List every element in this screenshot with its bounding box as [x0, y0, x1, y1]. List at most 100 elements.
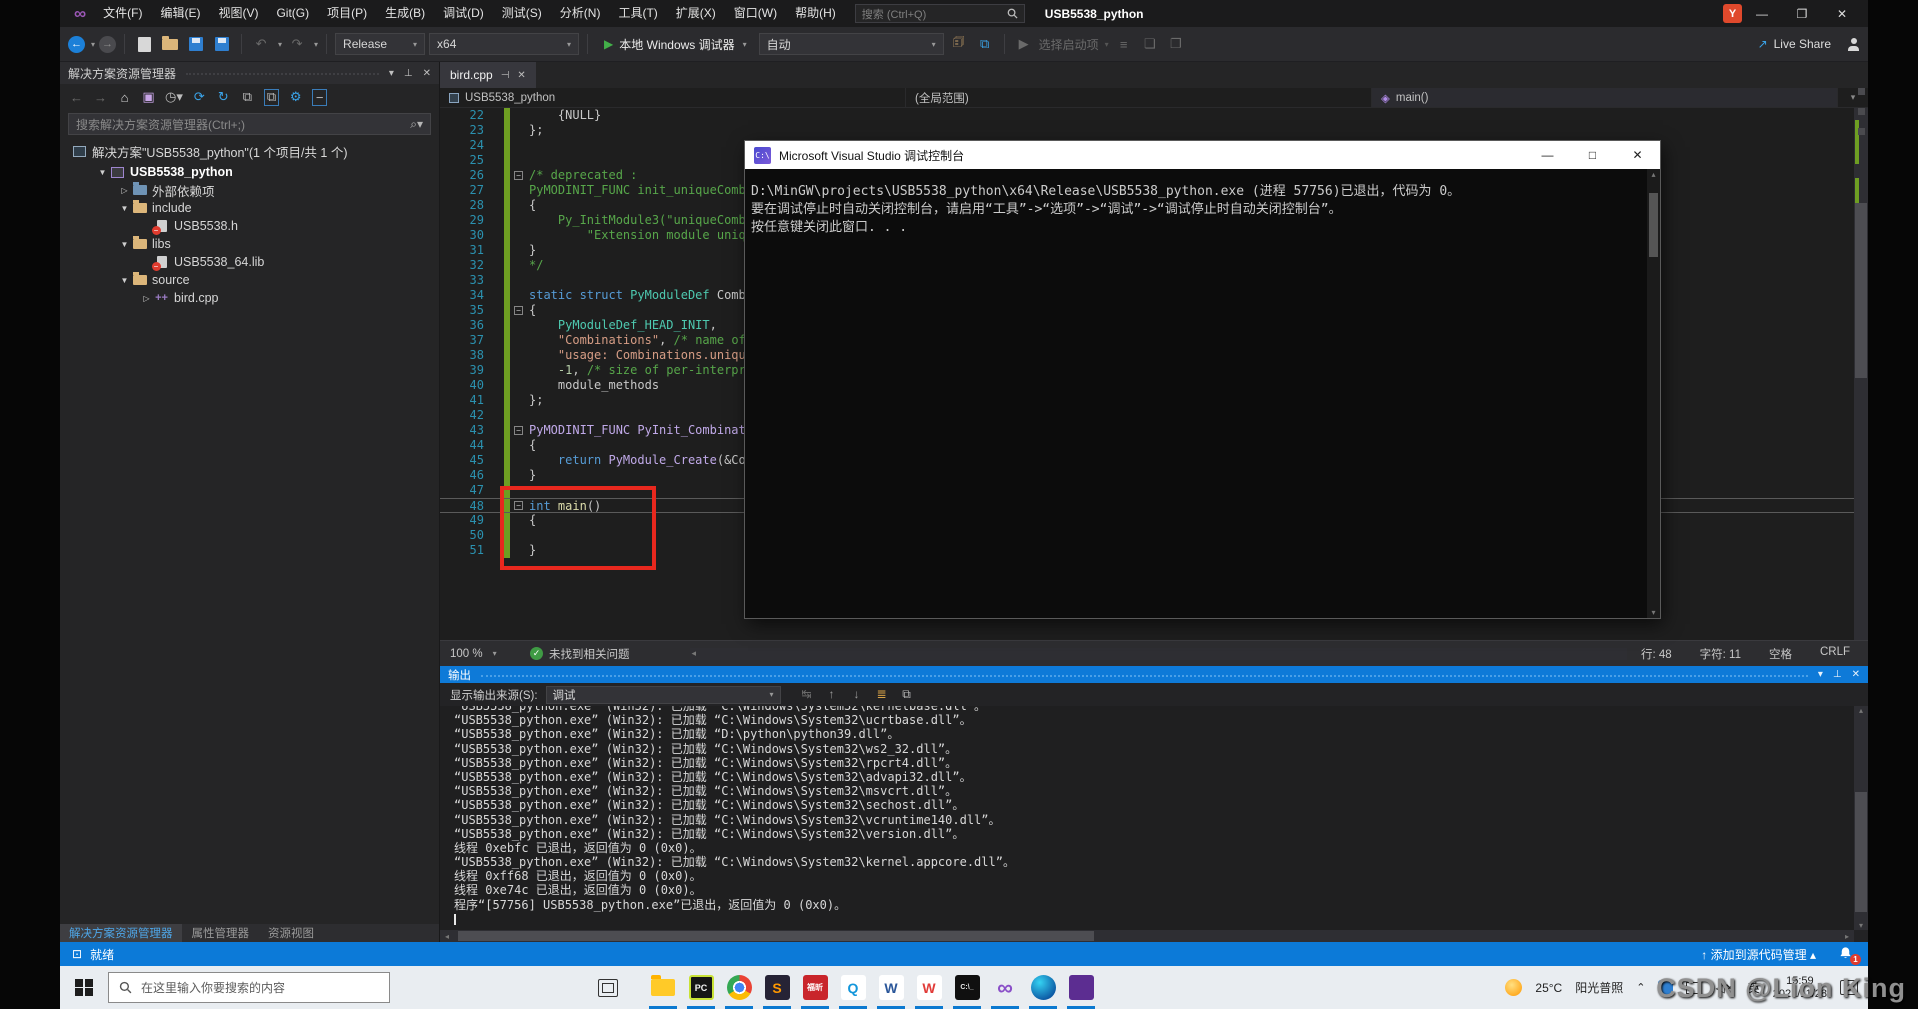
taskbar-app-visual-studio[interactable]: ∞ [986, 966, 1024, 1009]
collapse-all-icon[interactable]: − [312, 89, 327, 106]
weather-sun-icon[interactable] [1505, 979, 1522, 996]
toggle-output-window-icon[interactable]: ⧉ [899, 687, 915, 702]
chevron-collapsed-icon[interactable]: ▷ [118, 186, 131, 195]
account-avatar[interactable]: Y [1723, 4, 1742, 23]
output-source-select[interactable]: 调试▾ [546, 686, 781, 704]
char-indicator[interactable]: 字符: 11 [1700, 646, 1741, 662]
navigate-back-button[interactable]: ← [68, 36, 85, 53]
redo-icon[interactable]: ↷ [286, 33, 308, 55]
document-tab-bird-cpp[interactable]: bird.cpp ⊣ ✕ [440, 62, 536, 88]
menu-item[interactable]: 调试(D) [434, 0, 493, 27]
tree-item-usb5538_64.lib[interactable]: USB5538_64.lib [60, 253, 439, 271]
add-to-source-control-button[interactable]: ↑ 添加到源代码管理 ▴ [1701, 946, 1816, 963]
attach-mode-select[interactable]: 自动▾ [759, 33, 944, 55]
configuration-select[interactable]: Release▾ [335, 33, 425, 55]
output-panel-header[interactable]: 输出 ▾ ⊥ ✕ [440, 666, 1868, 683]
clear-all-icon[interactable]: ≣ [874, 687, 890, 702]
chevron-collapsed-icon[interactable]: ▷ [140, 294, 153, 303]
chevron-expanded-icon[interactable]: ▼ [96, 168, 109, 177]
window-position-icon[interactable]: ▾ [1818, 669, 1823, 680]
menu-item[interactable]: 生成(B) [376, 0, 434, 27]
scrollbar-thumb[interactable] [1649, 193, 1658, 257]
forward-icon[interactable]: → [93, 89, 108, 106]
zoom-select[interactable]: 100 %▾ [440, 648, 516, 660]
close-icon[interactable]: ✕ [517, 70, 525, 81]
back-icon[interactable]: ← [69, 89, 84, 106]
close-button[interactable]: ✕ [1822, 0, 1862, 27]
pin-icon[interactable]: ⊥ [1833, 669, 1842, 680]
menu-item[interactable]: 帮助(H) [786, 0, 845, 27]
line-indicator[interactable]: 行: 48 [1641, 646, 1672, 662]
menu-item[interactable]: 测试(S) [493, 0, 551, 27]
bottom-tab-1[interactable]: 属性管理器 [183, 924, 259, 942]
redo-dropdown[interactable]: ▾ [314, 40, 318, 49]
tree-item-include[interactable]: ▼include [60, 199, 439, 217]
space-indicator[interactable]: 空格 [1769, 646, 1792, 662]
navigate-back-dropdown[interactable]: ▾ [91, 40, 95, 49]
taskbar-app-chrome[interactable] [720, 966, 758, 1009]
pin-icon[interactable]: ⊣ [501, 70, 510, 81]
preview-selected-items-icon[interactable]: ⧉ [240, 89, 255, 106]
notifications-bell-icon[interactable]: 1 [1838, 946, 1856, 962]
close-button[interactable]: ✕ [1615, 141, 1660, 169]
taskbar-app-command-prompt[interactable]: C:\_ [948, 966, 986, 1009]
console-scrollbar[interactable]: ▴▾ [1647, 169, 1660, 618]
refresh-icon[interactable]: ⟳ [192, 89, 207, 106]
solution-root-row[interactable]: 解决方案"USB5538_python"(1 个项目/共 1 个) [60, 138, 439, 163]
close-icon[interactable]: ✕ [1852, 669, 1860, 680]
chevron-expanded-icon[interactable]: ▼ [118, 240, 131, 249]
menu-item[interactable]: 编辑(E) [151, 0, 209, 27]
tree-item--[interactable]: ▷外部依赖项 [60, 181, 439, 199]
navigate-forward-button[interactable]: → [99, 36, 116, 53]
scrollbar-thumb[interactable] [1855, 792, 1867, 912]
output-log[interactable]: “USB5538_python.exe” (Win32): 已加载 “C:\Wi… [440, 706, 1854, 930]
tree-item-usb5538_python[interactable]: ▼USB5538_python [60, 163, 439, 181]
solution-explorer-sync-icon[interactable]: 🗊 [948, 33, 970, 55]
menu-item[interactable]: 文件(F) [94, 0, 151, 27]
scrollbar-thumb[interactable] [1855, 203, 1867, 378]
menu-item[interactable]: 视图(V) [209, 0, 267, 27]
output-horizontal-scrollbar[interactable]: ◂▸ [440, 930, 1854, 942]
taskbar-search-box[interactable]: 在这里输入你要搜索的内容 [108, 972, 390, 1003]
taskbar-app-file-explorer[interactable] [644, 966, 682, 1009]
task-view-button[interactable] [598, 979, 618, 997]
tree-item-source[interactable]: ▼source [60, 271, 439, 289]
properties-wrench-icon[interactable]: ⚙ [288, 89, 303, 106]
chevron-expanded-icon[interactable]: ▼ [118, 276, 131, 285]
taskbar-app-sublime-text[interactable]: S [758, 966, 796, 1009]
save-all-icon[interactable] [211, 33, 233, 55]
close-icon[interactable]: ✕ [423, 68, 431, 79]
menu-item[interactable]: 项目(P) [318, 0, 376, 27]
bottom-tab-2[interactable]: 资源视图 [259, 924, 323, 942]
undo-icon[interactable]: ↶ [250, 33, 272, 55]
sync-with-active-document-icon[interactable]: ↻ [216, 89, 231, 106]
live-share-label[interactable]: Live Share [1774, 37, 1831, 51]
chevron-expanded-icon[interactable]: ▼ [118, 204, 131, 213]
start-button[interactable] [60, 966, 108, 1009]
fold-marker[interactable]: − [510, 423, 527, 438]
menu-item[interactable]: Git(G) [267, 0, 318, 27]
restore-button[interactable]: ❐ [1782, 0, 1822, 27]
taskbar-app-edge[interactable] [1024, 966, 1062, 1009]
history-icon[interactable]: ◷▾ [165, 89, 183, 106]
home-icon[interactable]: ⌂ [117, 89, 132, 106]
startup-item-label[interactable]: 选择启动项 [1039, 36, 1099, 53]
taskbar-app-wps-office[interactable]: W [910, 966, 948, 1009]
maximize-button[interactable]: □ [1570, 141, 1615, 169]
tree-item-libs[interactable]: ▼libs [60, 235, 439, 253]
weather-label[interactable]: 阳光普照 [1575, 979, 1623, 996]
open-file-icon[interactable] [159, 33, 181, 55]
solution-search-box[interactable]: 搜索解决方案资源管理器(Ctrl+;) ⌕▾ [68, 113, 431, 135]
show-all-files-icon[interactable]: ⧉ [264, 89, 279, 106]
start-debugging-button[interactable]: ▶ 本地 Windows 调试器▾ [596, 32, 755, 56]
fold-marker[interactable]: − [510, 168, 527, 183]
new-file-icon[interactable] [133, 33, 155, 55]
jump-prev-icon[interactable]: ↑ [824, 687, 840, 702]
taskbar-app-foxit-reader[interactable]: 福昕 [796, 966, 834, 1009]
eol-indicator[interactable]: CRLF [1820, 646, 1850, 662]
code-window-icon[interactable]: ⧉ [974, 33, 996, 55]
platform-select[interactable]: x64▾ [429, 33, 579, 55]
fold-marker[interactable]: − [510, 303, 527, 318]
pending-changes-icon[interactable]: ▣ [141, 89, 156, 106]
word-wrap-icon[interactable]: ↹ [799, 687, 815, 702]
